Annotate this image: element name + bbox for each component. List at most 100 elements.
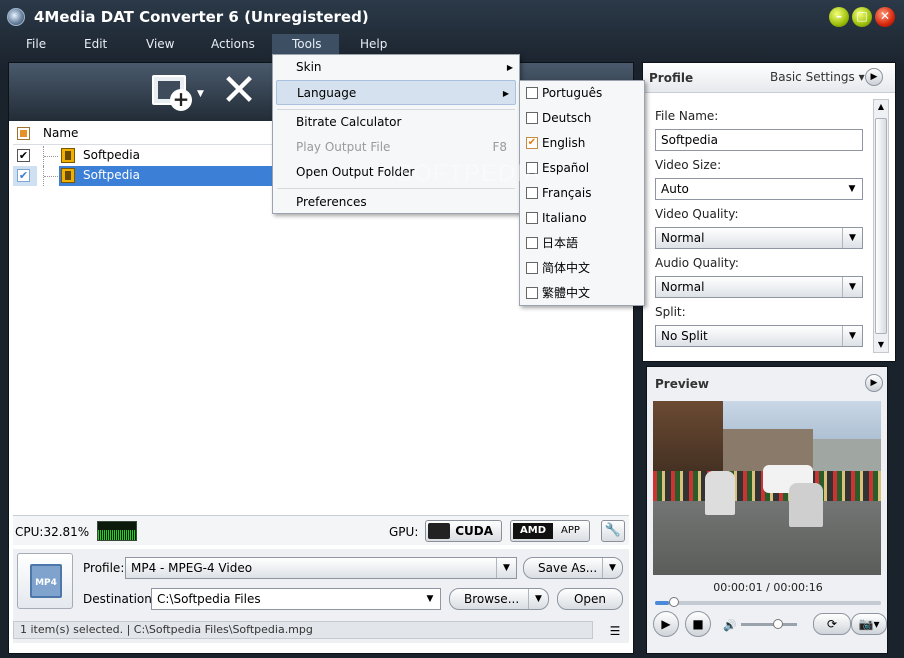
file-name-value: Softpedia [661,133,718,147]
menu-item-preferences[interactable]: Preferences [273,190,519,215]
snapshot-camera-icon[interactable]: 📷▾ [851,613,887,635]
chevron-down-icon[interactable]: ▼ [528,589,548,609]
menu-item-language[interactable]: Language ▶ [276,80,516,105]
select-all-checkbox[interactable] [17,127,30,140]
menu-tools[interactable]: Tools [272,34,339,56]
chevron-down-icon[interactable]: ▼ [842,228,862,248]
amd-app-button[interactable]: AMD APP [510,520,590,542]
file-row-checkbox[interactable]: ✔ [17,149,30,162]
menu-item-bitrate-calculator[interactable]: Bitrate Calculator [273,110,519,135]
destination-value: C:\Softpedia Files [157,592,261,606]
maximize-button[interactable]: □ [852,7,872,27]
menu-help[interactable]: Help [350,34,397,56]
seek-bar[interactable] [655,597,881,607]
video-file-icon [61,168,75,183]
checkbox-icon [526,287,538,299]
chevron-down-icon[interactable]: ▼ [496,558,516,578]
checkbox-icon [526,187,538,199]
stop-icon[interactable]: ■ [685,611,711,637]
split-select[interactable]: No Split ▼ [655,325,863,347]
audio-quality-select[interactable]: Normal ▼ [655,276,863,298]
language-submenu: Português Deutsch ✔ English Español Franç… [519,80,645,306]
scroll-down-icon[interactable]: ▼ [874,338,888,352]
video-size-select[interactable]: Auto ▼ [655,178,863,200]
language-item[interactable]: 简体中文 [520,256,644,281]
menu-actions[interactable]: Actions [201,34,265,56]
split-value: No Split [661,329,708,343]
hardware-status-bar: CPU:32.81% GPU: CUDA AMD APP 🔧 [13,515,629,545]
language-item[interactable]: Português [520,81,644,106]
open-button[interactable]: Open [557,588,623,610]
language-label: 繁體中文 [542,286,591,300]
basic-settings-dropdown[interactable]: Basic Settings ▾ [770,70,865,84]
chevron-right-icon[interactable]: ▶ [865,68,883,86]
audio-quality-label: Audio Quality: [655,256,739,270]
profile-panel-title: Profile [649,71,694,85]
browse-button[interactable]: Browse... ▼ [449,588,549,610]
file-row-checkbox[interactable]: ✔ [17,169,30,182]
language-item[interactable]: Deutsch [520,106,644,131]
profile-select[interactable]: MP4 - MPEG-4 Video ▼ [125,557,517,579]
video-quality-value: Normal [661,231,705,245]
menu-item-open-output-folder[interactable]: Open Output Folder [273,160,519,185]
mp4-badge: MP4 [30,564,62,598]
video-quality-select[interactable]: Normal ▼ [655,227,863,249]
chevron-right-icon[interactable]: ▶ [865,374,883,392]
language-item[interactable]: Español [520,156,644,181]
language-label: Français [542,186,592,200]
minimize-button[interactable]: – [829,7,849,27]
menu-bar: File Edit View Actions Tools Help [0,34,904,56]
language-item[interactable]: 日本語 [520,231,644,256]
save-as-button[interactable]: Save As... ▼ [523,557,623,579]
cuda-button[interactable]: CUDA [425,520,502,542]
menu-edit[interactable]: Edit [74,34,117,56]
remove-file-button[interactable]: ✕ [219,69,259,113]
volume-icon[interactable]: 🔊 [723,619,737,632]
chevron-down-icon[interactable]: ▼ [842,179,862,199]
video-file-icon [61,148,75,163]
destination-input[interactable]: C:\Softpedia Files ▼ [151,588,441,610]
add-dropdown-arrow-icon[interactable]: ▼ [197,89,204,99]
chevron-down-icon[interactable]: ▼ [602,558,622,578]
cpu-graph [97,521,137,541]
settings-wrench-icon[interactable]: 🔧 [601,520,625,542]
scroll-thumb[interactable] [875,118,887,334]
status-line: 1 item(s) selected. | C:\Softpedia Files… [13,621,593,639]
profile-format-icon[interactable]: MP4 [17,553,73,609]
close-button[interactable]: ✕ [875,7,895,27]
language-item-selected[interactable]: ✔ English [520,131,644,156]
add-file-button[interactable]: + [152,71,192,113]
scroll-up-icon[interactable]: ▲ [874,100,888,114]
cpu-usage: CPU:32.81% [15,525,90,539]
language-item[interactable]: Italiano [520,206,644,231]
browse-label: Browse... [464,592,520,606]
menu-item-shortcut: F8 [492,140,507,154]
amd-app-label: APP [561,525,580,536]
file-name: Softpedia [83,148,140,162]
play-icon[interactable]: ▶ [653,611,679,637]
language-item[interactable]: 繁體中文 [520,281,644,306]
file-name-label: File Name: [655,109,719,123]
menu-item-skin[interactable]: Skin ▶ [273,55,519,80]
app-icon [7,8,25,26]
seek-handle[interactable] [669,597,679,607]
chevron-down-icon[interactable]: ▼ [842,326,862,346]
chevron-down-icon[interactable]: ▼ [420,589,440,609]
language-label: Português [542,86,603,100]
menu-file[interactable]: File [16,34,56,56]
video-size-value: Auto [661,182,689,196]
volume-handle[interactable] [773,619,783,629]
window-title: 4Media DAT Converter 6 (Unregistered) [34,8,369,26]
loop-icon[interactable]: ⟳ [813,613,851,635]
volume-slider[interactable] [741,619,797,629]
plus-icon: + [170,89,192,111]
menu-view[interactable]: View [136,34,184,56]
tools-menu: Skin ▶ Language ▶ Bitrate Calculator Play … [272,54,520,214]
preview-panel: Preview ▶ 00:00:01 / 00:00:16 ▶ ■ 🔊 ⟳ 📷▾ [646,366,888,654]
file-name-input[interactable]: Softpedia [655,129,863,151]
chevron-down-icon[interactable]: ▼ [842,277,862,297]
language-item[interactable]: Français [520,181,644,206]
name-column-header[interactable]: Name [43,126,78,140]
log-list-icon[interactable]: ☰ [607,623,623,639]
profile-scrollbar[interactable]: ▲ ▼ [873,99,889,353]
